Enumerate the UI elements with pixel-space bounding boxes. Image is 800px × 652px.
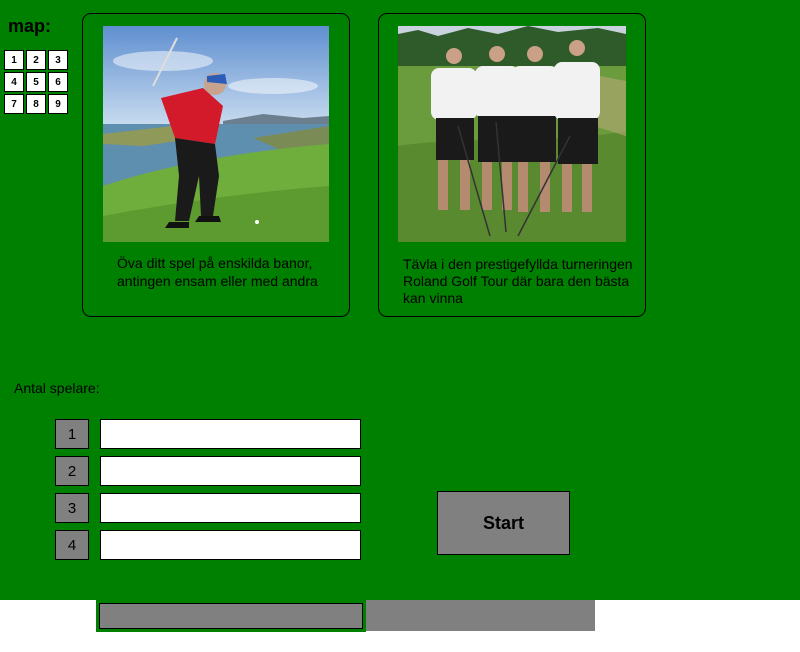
start-button[interactable]: Start: [437, 491, 570, 555]
tournament-mode-card[interactable]: Tävla i den prestigefyllda turneringen R…: [378, 13, 646, 317]
practice-mode-card[interactable]: Öva ditt spel på enskilda banor, antinge…: [82, 13, 350, 317]
player-3-name-input[interactable]: [100, 493, 361, 523]
player-2-name-input[interactable]: [100, 456, 361, 486]
map-cell-4[interactable]: 4: [4, 72, 24, 92]
tournament-mode-description: Tävla i den prestigefyllda turneringen R…: [403, 256, 633, 306]
map-cell-2[interactable]: 2: [26, 50, 46, 70]
map-cell-7[interactable]: 7: [4, 94, 24, 114]
menu-screen: map: 1 2 3 4 5 6 7 8 9 Öva ditt spel på …: [0, 0, 800, 600]
bottom-bar-right: [366, 600, 595, 631]
map-cell-3[interactable]: 3: [48, 50, 68, 70]
bottom-bar-left: [96, 600, 366, 632]
player-2-button[interactable]: 2: [55, 456, 89, 486]
player-1-button[interactable]: 1: [55, 419, 89, 449]
map-cell-8[interactable]: 8: [26, 94, 46, 114]
player-4-button[interactable]: 4: [55, 530, 89, 560]
map-cell-9[interactable]: 9: [48, 94, 68, 114]
map-cell-5[interactable]: 5: [26, 72, 46, 92]
map-grid: 1 2 3 4 5 6 7 8 9: [4, 50, 68, 114]
player-4-name-input[interactable]: [100, 530, 361, 560]
golfer-swing-photo[interactable]: [103, 26, 329, 242]
map-cell-1[interactable]: 1: [4, 50, 24, 70]
players-label: Antal spelare:: [14, 380, 100, 396]
map-cell-6[interactable]: 6: [48, 72, 68, 92]
player-1-name-input[interactable]: [100, 419, 361, 449]
map-title: map:: [8, 16, 52, 36]
practice-mode-description: Öva ditt spel på enskilda banor, antinge…: [117, 255, 318, 289]
four-golfers-photo[interactable]: [398, 26, 626, 242]
player-3-button[interactable]: 3: [55, 493, 89, 523]
